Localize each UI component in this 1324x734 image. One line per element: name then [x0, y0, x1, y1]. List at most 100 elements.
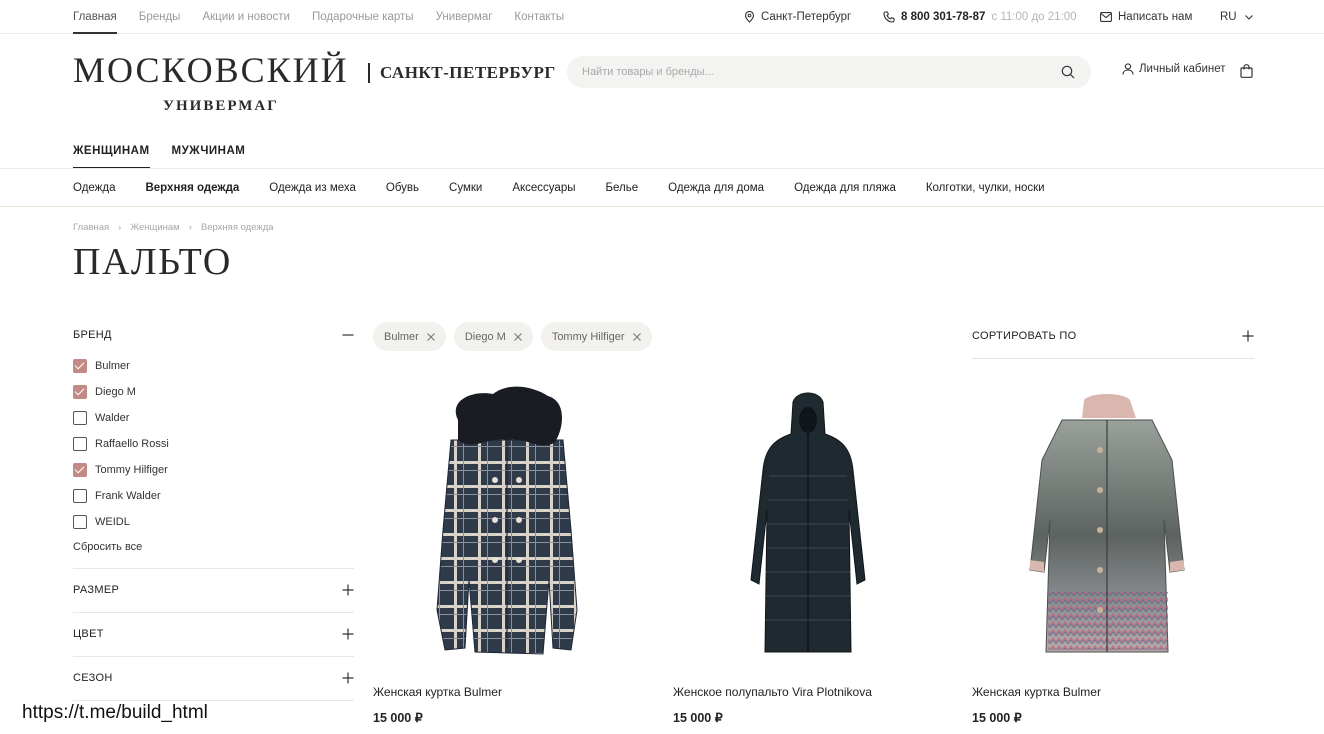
sort-label: СОРТИРОВАТЬ ПО [972, 330, 1077, 342]
top-bar: Главная Бренды Акции и новости Подарочны… [0, 0, 1324, 34]
brand-option-raffaello-rossi[interactable]: Raffaello Rossi [73, 437, 169, 451]
brand-option-diego-m[interactable]: Diego M [73, 385, 136, 399]
phone-contact[interactable]: 8 800 301-78-87 с 11:00 до 21:00 [883, 0, 1077, 34]
breadcrumb-outerwear[interactable]: Верхняя одежда [201, 222, 274, 233]
product-name[interactable]: Женская куртка Bulmer [373, 685, 502, 699]
tab-women[interactable]: ЖЕНЩИНАМ [73, 140, 150, 169]
brand-option-frank-walder[interactable]: Frank Walder [73, 489, 161, 503]
search-input[interactable] [567, 56, 1037, 88]
filter-chip[interactable]: Diego M [453, 322, 533, 351]
plus-icon [1242, 330, 1254, 342]
size-filter-header[interactable]: РАЗМЕР [73, 584, 354, 596]
top-nav-news[interactable]: Акции и новости [202, 0, 290, 34]
category-beachwear[interactable]: Одежда для пляжа [794, 182, 896, 194]
breadcrumb-women[interactable]: Женщинам [130, 222, 179, 233]
checkbox-checked[interactable] [73, 359, 87, 373]
filter-chip[interactable]: Bulmer [373, 322, 446, 351]
city-label: Санкт-Петербург [761, 11, 852, 23]
checkbox[interactable] [73, 437, 87, 451]
brand-option-label: Walder [95, 412, 130, 424]
breadcrumb-separator: › [118, 222, 122, 233]
location-pin-icon [744, 11, 755, 23]
product-image[interactable] [673, 380, 943, 670]
product-price: 15 000 ₽ [373, 711, 423, 725]
brand-option-walder[interactable]: Walder [73, 411, 129, 425]
reset-filters-link[interactable]: Сбросить все [73, 541, 142, 553]
product-card[interactable]: Женская куртка Bulmer 15 000 ₽ [373, 380, 643, 725]
category-accessories[interactable]: Аксессуары [512, 182, 575, 194]
top-nav-brands[interactable]: Бренды [139, 0, 181, 34]
checkbox[interactable] [73, 489, 87, 503]
top-nav-home[interactable]: Главная [73, 0, 117, 34]
search-icon[interactable] [1061, 65, 1075, 79]
category-outerwear[interactable]: Верхняя одежда [145, 182, 239, 194]
logo-main[interactable]: МОСКОВСКИЙ [73, 52, 349, 88]
city-selector[interactable]: Санкт-Петербург [744, 0, 851, 34]
product-name[interactable]: Женское полупальто Vira Plotnikova [673, 685, 872, 699]
breadcrumb-separator: › [188, 222, 192, 233]
gender-tabs: ЖЕНЩИНАМ МУЖЧИНАМ [73, 140, 267, 169]
product-image[interactable] [373, 380, 643, 670]
printed-coat-image [1029, 394, 1185, 653]
season-filter-header[interactable]: СЕЗОН [73, 672, 354, 684]
brand-option-label: WEIDL [95, 516, 130, 528]
language-label: RU [1220, 11, 1237, 23]
brand-option-label: Frank Walder [95, 490, 161, 502]
top-nav-gift-cards[interactable]: Подарочные карты [312, 0, 414, 34]
category-bar: Одежда Верхняя одежда Одежда из меха Обу… [0, 168, 1324, 207]
brand-option-weidl[interactable]: WEIDL [73, 515, 130, 529]
brand-option-label: Diego M [95, 386, 136, 398]
plus-icon [342, 672, 354, 684]
category-fur[interactable]: Одежда из меха [269, 182, 356, 194]
category-clothing[interactable]: Одежда [73, 182, 115, 194]
brand-option-tommy-hilfiger[interactable]: Tommy Hilfiger [73, 463, 168, 477]
write-us-label: Написать нам [1118, 11, 1193, 23]
color-filter-title: ЦВЕТ [73, 628, 104, 640]
filter-chip-label: Diego M [464, 330, 506, 343]
logo-city: САНКТ-ПЕТЕРБУРГ [368, 63, 556, 83]
brand-filter-title: БРЕНД [73, 329, 112, 341]
category-homewear[interactable]: Одежда для дома [668, 182, 764, 194]
close-icon[interactable] [426, 332, 435, 341]
brand-filter-header[interactable]: БРЕНД [73, 329, 354, 341]
chevron-down-icon [1244, 14, 1253, 20]
shopping-bag-icon[interactable] [1240, 64, 1253, 78]
brand-option-label: Tommy Hilfiger [95, 464, 168, 476]
filter-chip[interactable]: Tommy Hilfiger [540, 322, 652, 351]
user-icon [1122, 63, 1134, 75]
checkbox-checked[interactable] [73, 385, 87, 399]
close-icon[interactable] [632, 332, 641, 341]
product-image[interactable] [972, 380, 1242, 670]
filter-divider [73, 568, 354, 569]
checkbox[interactable] [73, 411, 87, 425]
category-hosiery[interactable]: Колготки, чулки, носки [926, 182, 1045, 194]
product-name[interactable]: Женская куртка Bulmer [972, 685, 1101, 699]
filter-divider [73, 700, 354, 701]
product-card[interactable]: Женская куртка Bulmer 15 000 ₽ [972, 380, 1242, 725]
top-nav-store[interactable]: Универмаг [436, 0, 493, 34]
watermark-text: https://t.me/build_html [22, 702, 208, 723]
brand-option-label: Raffaello Rossi [95, 438, 169, 450]
category-shoes[interactable]: Обувь [386, 182, 419, 194]
tab-men[interactable]: МУЖЧИНАМ [172, 140, 246, 169]
checkbox[interactable] [73, 515, 87, 529]
top-nav-contacts[interactable]: Контакты [514, 0, 564, 34]
checkbox-checked[interactable] [73, 463, 87, 477]
brand-option-bulmer[interactable]: Bulmer [73, 359, 130, 373]
write-us-link[interactable]: Написать нам [1100, 0, 1192, 34]
plus-icon [342, 584, 354, 596]
product-card[interactable]: Женское полупальто Vira Plotnikova 15 00… [673, 380, 943, 725]
close-icon[interactable] [513, 332, 522, 341]
active-filter-chips: Bulmer Diego M Tommy Hilfiger [373, 322, 660, 351]
filter-chip-label: Bulmer [384, 330, 419, 343]
minus-icon [342, 334, 354, 336]
language-selector[interactable]: RU [1220, 0, 1253, 34]
phone-icon [883, 11, 895, 23]
color-filter-header[interactable]: ЦВЕТ [73, 628, 354, 640]
category-lingerie[interactable]: Белье [605, 182, 638, 194]
product-price: 15 000 ₽ [673, 711, 723, 725]
sort-dropdown[interactable]: СОРТИРОВАТЬ ПО [972, 322, 1254, 359]
account-link[interactable]: Личный кабинет [1122, 63, 1226, 75]
breadcrumb-home[interactable]: Главная [73, 222, 109, 233]
category-bags[interactable]: Сумки [449, 182, 482, 194]
